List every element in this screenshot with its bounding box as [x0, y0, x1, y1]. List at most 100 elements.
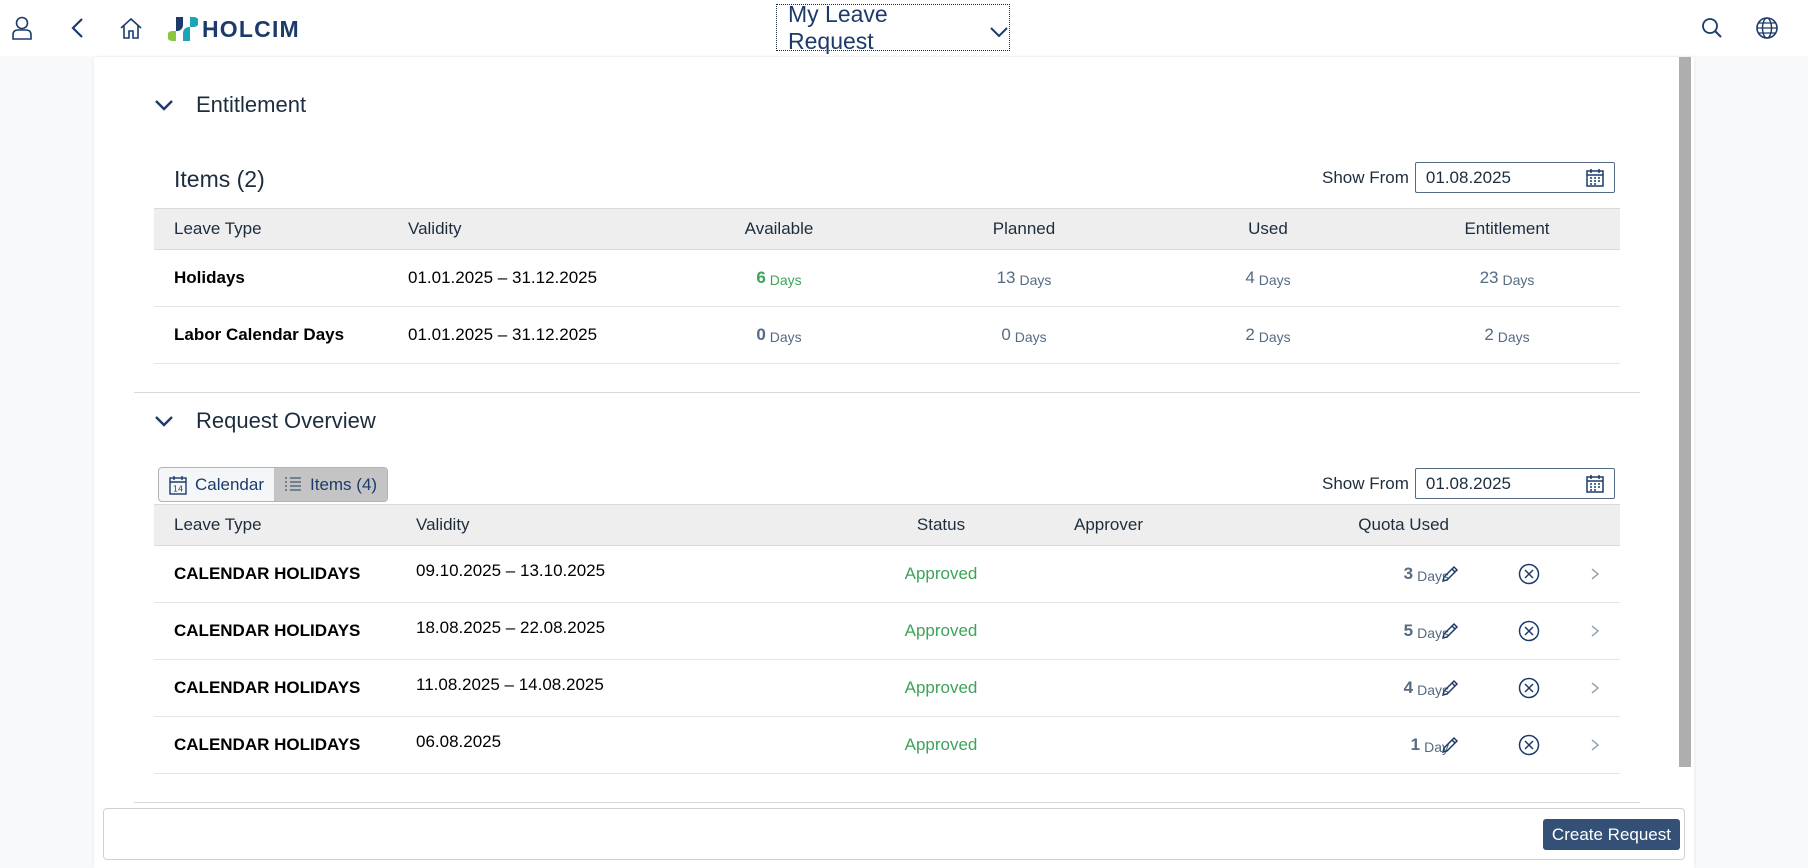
- edit-icon[interactable]: [1440, 717, 1460, 773]
- calendar-icon[interactable]: [1585, 474, 1605, 499]
- entitlement-date-input[interactable]: 01.08.2025: [1414, 162, 1615, 193]
- calendar-view-button[interactable]: 14 Calendar: [159, 468, 274, 501]
- status: Approved: [904, 678, 978, 697]
- column-header: Approver: [1074, 515, 1143, 534]
- edit-icon[interactable]: [1440, 660, 1460, 716]
- table-header: Leave Type Validity Status Approver Quot…: [154, 504, 1620, 546]
- section-divider: [134, 802, 1640, 803]
- view-switch: 14 Calendar Items (4): [158, 467, 389, 502]
- cancel-icon[interactable]: [1518, 717, 1540, 773]
- calendar-icon: 14: [169, 475, 187, 495]
- column-header: Used: [1248, 219, 1288, 238]
- chevron-right-icon[interactable]: [1590, 717, 1600, 773]
- show-from-label: Show From: [1322, 473, 1409, 493]
- app-title-menu[interactable]: My Leave Request: [776, 1, 1010, 54]
- user-icon[interactable]: [6, 12, 38, 44]
- leave-type: Labor Calendar Days: [174, 325, 345, 344]
- leave-type: Holidays: [174, 268, 245, 287]
- entitlement-show-from: Show From 01.08.2025: [1322, 162, 1615, 193]
- cancel-icon[interactable]: [1518, 546, 1540, 602]
- chevron-down-icon: [154, 99, 180, 111]
- request-overview-header[interactable]: Request Overview: [154, 408, 376, 434]
- quota-used: 3 Days: [1403, 564, 1449, 584]
- table-row: Labor Calendar Days 01.01.2025 – 31.12.2…: [154, 307, 1620, 364]
- available: 0 Days: [756, 325, 802, 345]
- back-icon[interactable]: [61, 12, 93, 44]
- svg-text:14: 14: [173, 484, 183, 493]
- list-icon: [285, 476, 301, 491]
- validity: 06.08.2025: [416, 732, 502, 751]
- available: 6 Days: [756, 268, 802, 288]
- app-title: My Leave Request: [788, 0, 888, 54]
- validity: 01.01.2025 – 31.12.2025: [408, 325, 598, 344]
- entitlement-header[interactable]: Entitlement: [154, 92, 306, 118]
- table-row[interactable]: CALENDAR HOLIDAYS 09.10.2025 – 13.10.202…: [154, 546, 1620, 603]
- validity: 11.08.2025 – 14.08.2025: [416, 675, 604, 694]
- request-overview-title: Request Overview: [196, 408, 376, 433]
- status: Approved: [904, 621, 978, 640]
- entitlement-value: 23 Days: [1479, 268, 1535, 288]
- show-from-label: Show From: [1322, 167, 1409, 187]
- entitlement-value: 2 Days: [1484, 325, 1530, 345]
- entitlement-title: Entitlement: [196, 92, 307, 117]
- chevron-right-icon[interactable]: [1590, 546, 1600, 602]
- calendar-icon[interactable]: [1585, 168, 1605, 193]
- planned: 0 Days: [1001, 325, 1047, 345]
- chevron-down-icon: [989, 17, 1009, 44]
- table-header: Leave Type Validity Available Planned Us…: [154, 208, 1620, 250]
- cancel-icon[interactable]: [1518, 603, 1540, 659]
- cancel-icon[interactable]: [1518, 660, 1540, 716]
- date-value: 01.08.2025: [1425, 167, 1512, 187]
- column-header: Leave Type: [174, 219, 262, 238]
- items-view-button[interactable]: Items (4): [274, 468, 388, 501]
- planned: 13 Days: [996, 268, 1052, 288]
- leave-type: CALENDAR HOLIDAYS: [174, 564, 361, 583]
- validity: 01.01.2025 – 31.12.2025: [408, 268, 598, 287]
- table-row[interactable]: CALENDAR HOLIDAYS 06.08.2025 Approved 1D…: [154, 717, 1620, 774]
- items-view-label: Items (4): [310, 474, 378, 494]
- quota-used: 1 Day: [1410, 735, 1449, 755]
- validity: 09.10.2025 – 13.10.2025: [416, 561, 606, 580]
- edit-icon[interactable]: [1440, 603, 1460, 659]
- column-header: Validity: [408, 219, 462, 238]
- holcim-logo-icon: [168, 17, 198, 41]
- leave-type: CALENDAR HOLIDAYS: [174, 621, 361, 640]
- leave-type: CALENDAR HOLIDAYS: [174, 735, 361, 754]
- chevron-down-icon: [154, 415, 180, 427]
- search-icon[interactable]: [1696, 12, 1728, 44]
- status: Approved: [904, 735, 978, 754]
- holcim-logo[interactable]: HOLCIM: [168, 12, 300, 46]
- table-row[interactable]: CALENDAR HOLIDAYS 18.08.2025 – 22.08.202…: [154, 603, 1620, 660]
- used: 2 Days: [1245, 325, 1291, 345]
- table-row[interactable]: CALENDAR HOLIDAYS 11.08.2025 – 14.08.202…: [154, 660, 1620, 717]
- column-header: Available: [744, 219, 814, 238]
- used: 4 Days: [1245, 268, 1291, 288]
- create-request-button[interactable]: Create Request: [1542, 819, 1680, 850]
- table-row: Holidays 01.01.2025 – 31.12.2025 6 Days 1…: [154, 250, 1620, 307]
- requests-date-input[interactable]: 01.08.2025: [1414, 468, 1615, 499]
- requests-show-from: Show From 01.08.2025: [1322, 468, 1615, 499]
- chevron-right-icon[interactable]: [1590, 660, 1600, 716]
- shell-bar: HOLCIM My Leave Request: [0, 0, 1808, 56]
- validity: 18.08.2025 – 22.08.2025: [416, 618, 606, 637]
- home-icon[interactable]: [115, 12, 147, 44]
- chevron-right-icon[interactable]: [1590, 603, 1600, 659]
- requests-table: Leave Type Validity Status Approver Quot…: [154, 504, 1620, 774]
- globe-icon[interactable]: [1751, 12, 1783, 44]
- column-header: Planned: [992, 219, 1056, 238]
- footer-toolbar: Create Request: [103, 808, 1685, 860]
- date-value: 01.08.2025: [1425, 473, 1512, 493]
- section-divider: [134, 392, 1640, 393]
- entitlement-items-title: Items (2): [174, 166, 265, 192]
- calendar-view-label: Calendar: [195, 474, 264, 494]
- column-header: Quota Used: [1358, 515, 1449, 534]
- leave-type: CALENDAR HOLIDAYS: [174, 678, 361, 697]
- quota-used: 4 Days: [1403, 678, 1449, 698]
- column-header: Leave Type: [174, 515, 262, 534]
- entitlement-table: Leave Type Validity Available Planned Us…: [154, 208, 1620, 364]
- edit-icon[interactable]: [1440, 546, 1460, 602]
- column-header: Entitlement: [1464, 219, 1550, 238]
- brand-name: HOLCIM: [202, 15, 300, 42]
- quota-used: 5 Days: [1403, 621, 1449, 641]
- scrollbar[interactable]: [1679, 57, 1691, 767]
